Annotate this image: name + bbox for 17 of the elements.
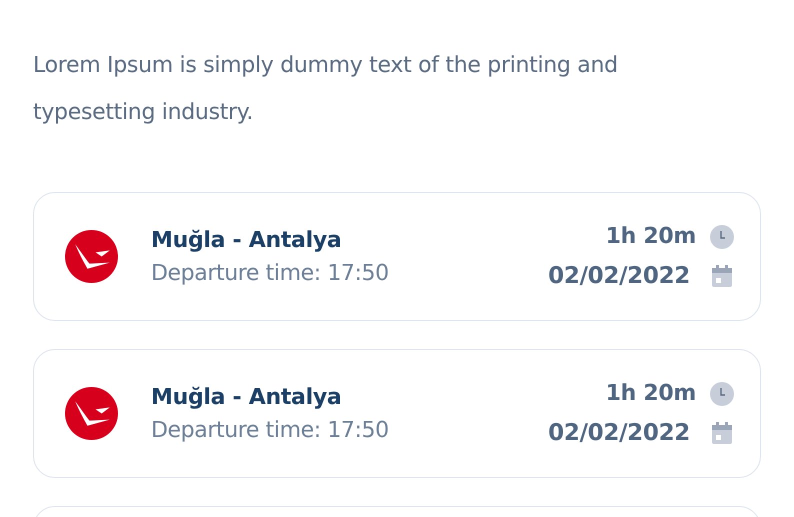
duration-text: 1h 20m <box>606 224 696 249</box>
calendar-icon <box>710 421 734 445</box>
calendar-icon <box>710 264 734 288</box>
departure-time: Departure time: 17:50 <box>151 260 390 286</box>
flight-card[interactable]: Muğla - Antalya Departure time: 17:50 1h 20m 02/02/2022 <box>33 349 761 478</box>
route-text: Muğla - Antalya <box>151 228 342 252</box>
intro-text: Lorem Ipsum is simply dummy text of the printing and typesetting industry. <box>33 52 619 127</box>
departure-time: Departure time: 17:50 <box>151 418 390 442</box>
date-text: 02/02/2022 <box>548 263 690 289</box>
clock-icon <box>710 382 734 406</box>
date-text: 02/02/2022 <box>548 420 690 446</box>
airline-logo-icon <box>65 230 118 283</box>
duration-text: 1h 20m <box>606 381 696 406</box>
clock-icon <box>710 224 734 248</box>
flight-card[interactable]: Muğla - Antalya Departure time: 17:50 1h 20m 02/02/2022 <box>33 192 761 321</box>
route-text: Muğla - Antalya <box>151 384 342 410</box>
airline-logo-icon <box>65 387 118 440</box>
